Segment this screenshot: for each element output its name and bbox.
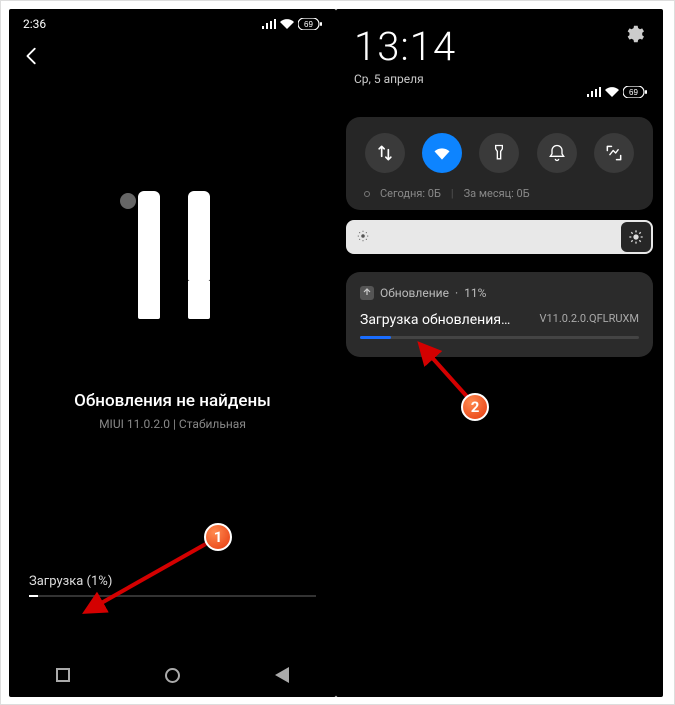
nav-home-icon[interactable] — [165, 668, 180, 683]
wifi-icon — [280, 19, 294, 29]
statusbar: 2:36 69 — [9, 9, 336, 39]
phone-left-updater: 2:36 69 Обновления не найдены MIUI 11.0.… — [9, 9, 336, 697]
shade-clock: 13:14 — [354, 23, 456, 70]
qs-screenshot-icon[interactable] — [594, 133, 634, 173]
quick-settings-panel: Сегодня: 0Б | За месяц: 0Б — [346, 117, 653, 210]
brightness-low-icon — [356, 228, 370, 247]
svg-text:69: 69 — [304, 20, 313, 29]
nav-back-icon[interactable] — [275, 667, 289, 683]
data-today: Сегодня: 0Б — [380, 187, 441, 200]
shade-clock-block: 13:14 Ср, 5 апреля — [354, 23, 456, 86]
battery-icon: 69 — [623, 86, 647, 101]
download-bar — [29, 595, 316, 597]
battery-icon: 69 — [298, 18, 322, 30]
wifi-icon — [605, 87, 619, 100]
notif-version: V11.0.2.0.QFLRUXM — [540, 312, 640, 325]
back-icon[interactable] — [21, 52, 43, 71]
annotation-badge-1: 1 — [204, 523, 232, 551]
phone-right-shade: 13:14 Ср, 5 апреля 69 Сегодня: 0Б | За — [336, 9, 663, 697]
download-label: Загрузка (1%) — [29, 574, 316, 589]
miui-logo — [9, 191, 336, 321]
notif-app-name: Обновление — [380, 286, 449, 300]
qs-flashlight-icon[interactable] — [479, 133, 519, 173]
notif-percent: 11% — [464, 286, 486, 300]
status-icons: 69 — [262, 18, 322, 30]
download-progress: Загрузка (1%) — [29, 574, 316, 597]
update-status-title: Обновления не найдены — [9, 391, 336, 411]
android-navbar — [9, 653, 336, 697]
statusbar-right: 69 — [336, 86, 663, 109]
update-notification[interactable]: Обновление · 11% Загрузка обновления… V1… — [346, 272, 653, 357]
qs-wifi-icon[interactable] — [422, 133, 462, 173]
nav-recent-icon[interactable] — [56, 668, 70, 682]
notif-progress-bar — [360, 336, 639, 339]
data-month: За месяц: 0Б — [464, 187, 530, 200]
shade-date: Ср, 5 апреля — [354, 72, 456, 86]
qs-data-icon[interactable] — [365, 133, 405, 173]
update-app-icon — [360, 286, 374, 300]
data-dot-icon — [364, 191, 370, 197]
svg-text:69: 69 — [629, 88, 638, 97]
update-version-subtitle: MIUI 11.0.2.0 | Стабильная — [9, 417, 336, 431]
settings-icon[interactable] — [623, 23, 645, 49]
annotation-badge-2: 2 — [461, 393, 489, 421]
qs-dnd-icon[interactable] — [537, 133, 577, 173]
signal-icon — [587, 87, 601, 100]
qs-data-usage: Сегодня: 0Б | За месяц: 0Б — [356, 187, 643, 200]
brightness-high-icon — [621, 222, 651, 252]
brightness-slider[interactable] — [346, 220, 653, 254]
signal-icon — [262, 19, 276, 29]
status-time: 2:36 — [23, 17, 46, 31]
